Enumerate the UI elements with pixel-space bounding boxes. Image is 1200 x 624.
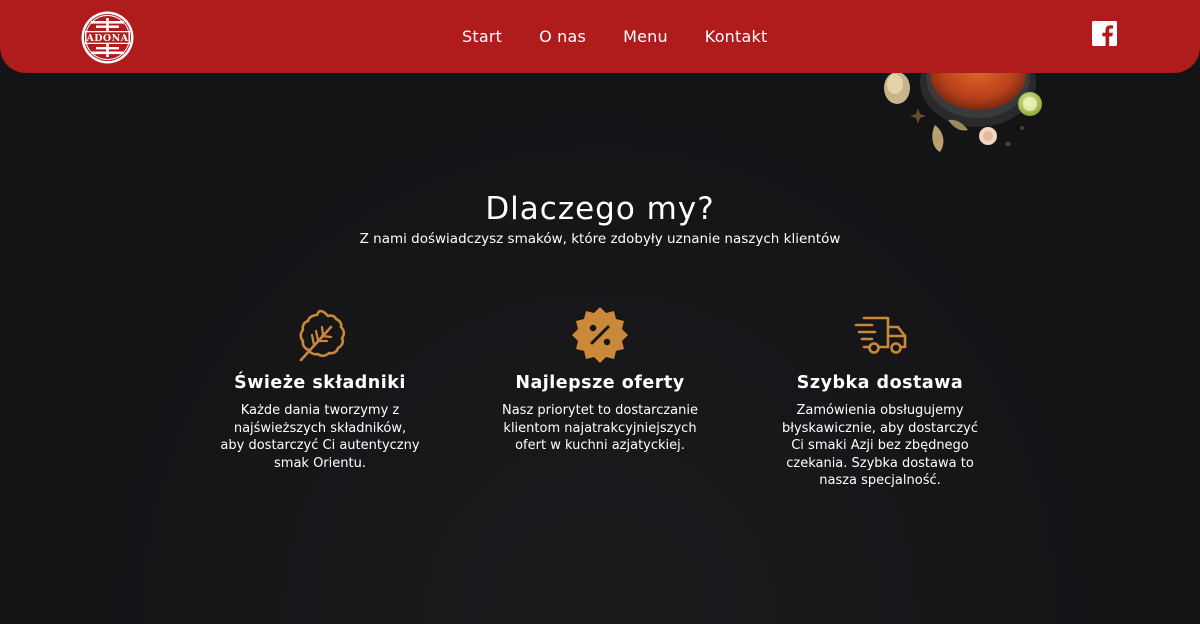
page: ADONA Start O nas Menu Kontakt Dlaczego … <box>0 0 1200 624</box>
facebook-icon[interactable] <box>1092 21 1117 46</box>
nav-item-kontakt[interactable]: Kontakt <box>705 26 768 48</box>
leaf-icon <box>299 309 346 362</box>
section-title: Dlaczego my? <box>485 191 715 227</box>
feature-description: Każde dania tworzymy z najświeższych skł… <box>220 403 420 471</box>
logo-text: ADONA <box>86 33 129 44</box>
section-subtitle: Z nami doświadczysz smaków, które zdobył… <box>359 231 841 247</box>
nav-item-menu[interactable]: Menu <box>623 26 668 48</box>
discount-badge-icon <box>572 307 628 363</box>
feature-description: Zamówienia obsługujemy błyskawicznie, ab… <box>782 403 978 489</box>
delivery-truck-icon <box>854 316 907 354</box>
feature-title: Szybka dostawa <box>796 373 964 393</box>
nav-item-start[interactable]: Start <box>462 26 502 48</box>
feature-description: Nasz priorytet to dostarczanie klientom … <box>501 403 698 454</box>
facebook-glyph <box>1092 21 1117 46</box>
feature-title: Najlepsze oferty <box>515 373 685 393</box>
feature-fresh-ingredients: Świeże składniki Każde dania tworzymy z … <box>210 305 430 472</box>
logo[interactable]: ADONA <box>80 10 135 65</box>
nav-item-o-nas[interactable]: O nas <box>539 26 586 48</box>
feature-best-offers: Najlepsze oferty Nasz priorytet to dosta… <box>490 305 710 455</box>
feature-fast-delivery: Szybka dostawa Zamówienia obsługujemy bł… <box>770 305 990 490</box>
feature-title: Świeże składniki <box>234 373 406 393</box>
main-nav: Start O nas Menu Kontakt <box>462 26 767 48</box>
navbar: ADONA Start O nas Menu Kontakt <box>0 0 1200 73</box>
